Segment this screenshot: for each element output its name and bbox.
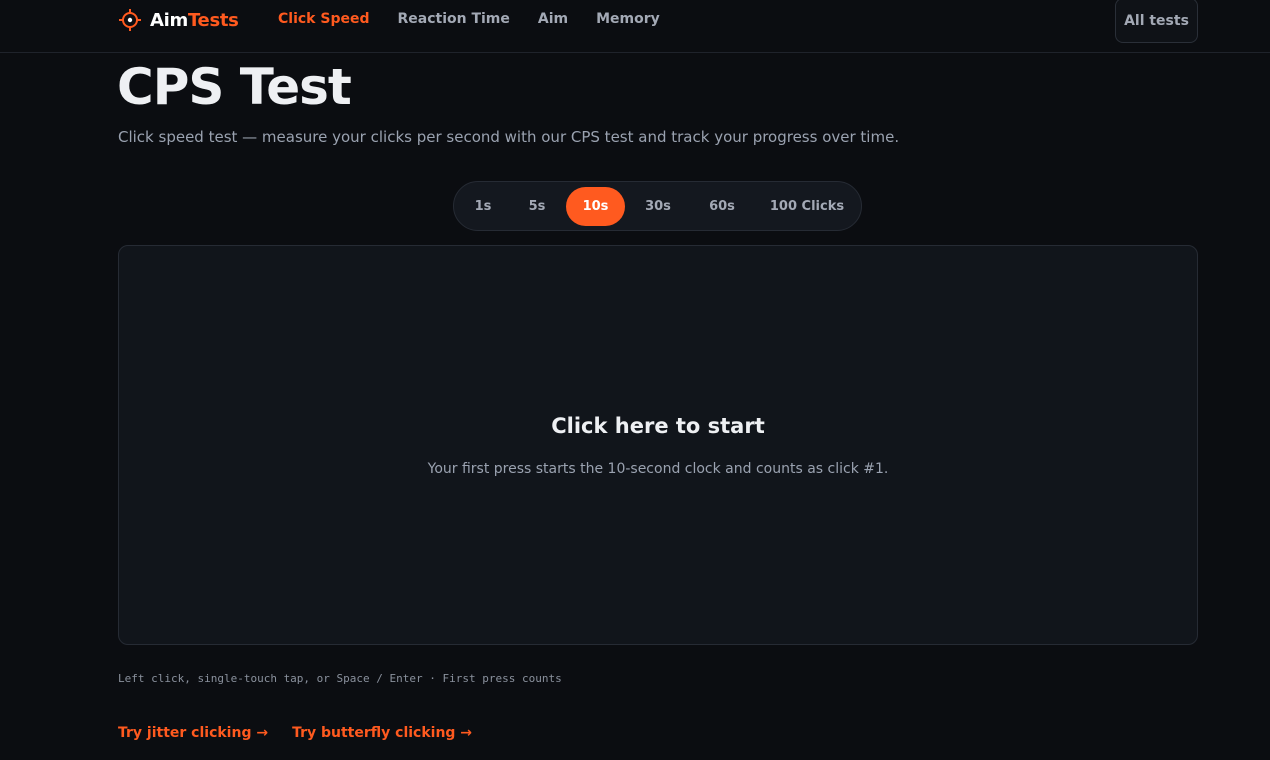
click-area-title: Click here to start [551, 414, 765, 438]
duration-option-1s[interactable]: 1s [465, 187, 501, 226]
nav-item-memory[interactable]: Memory [596, 11, 660, 27]
input-methods-note: Left click, single-touch tap, or Space /… [118, 672, 562, 685]
nav-item-reaction-time[interactable]: Reaction Time [397, 11, 509, 27]
duration-option-60s[interactable]: 60s [699, 187, 745, 226]
page-subtitle: Click speed test — measure your clicks p… [118, 128, 900, 146]
brand-logo[interactable]: AimTests [118, 8, 239, 32]
all-tests-button[interactable]: All tests [1115, 0, 1198, 43]
duration-option-30s[interactable]: 30s [634, 187, 682, 226]
nav-item-aim[interactable]: Aim [538, 11, 568, 27]
brand-name: AimTests [150, 10, 239, 31]
duration-option-5s[interactable]: 5s [518, 187, 556, 226]
jitter-clicking-link[interactable]: Try jitter clicking → [118, 725, 268, 741]
nav-item-click-speed[interactable]: Click Speed [278, 11, 369, 27]
brand-name-part2: Tests [187, 9, 239, 31]
duration-option-100-clicks[interactable]: 100 Clicks [763, 187, 851, 226]
brand-name-part1: Aim [150, 9, 188, 31]
main-nav: Click Speed Reaction Time Aim Memory [278, 11, 660, 27]
site-header: AimTests Click Speed Reaction Time Aim M… [0, 0, 1270, 53]
related-links: Try jitter clicking → Try butterfly clic… [118, 725, 472, 741]
click-area-hint: Your first press starts the 10-second cl… [427, 461, 889, 477]
page-title: CPS Test [117, 58, 352, 116]
butterfly-clicking-link[interactable]: Try butterfly clicking → [292, 725, 472, 741]
duration-option-10s[interactable]: 10s [566, 187, 625, 226]
crosshair-icon [119, 9, 141, 31]
duration-selector: 1s 5s 10s 30s 60s 100 Clicks [453, 181, 862, 231]
click-area[interactable]: Click here to start Your first press sta… [118, 245, 1198, 645]
